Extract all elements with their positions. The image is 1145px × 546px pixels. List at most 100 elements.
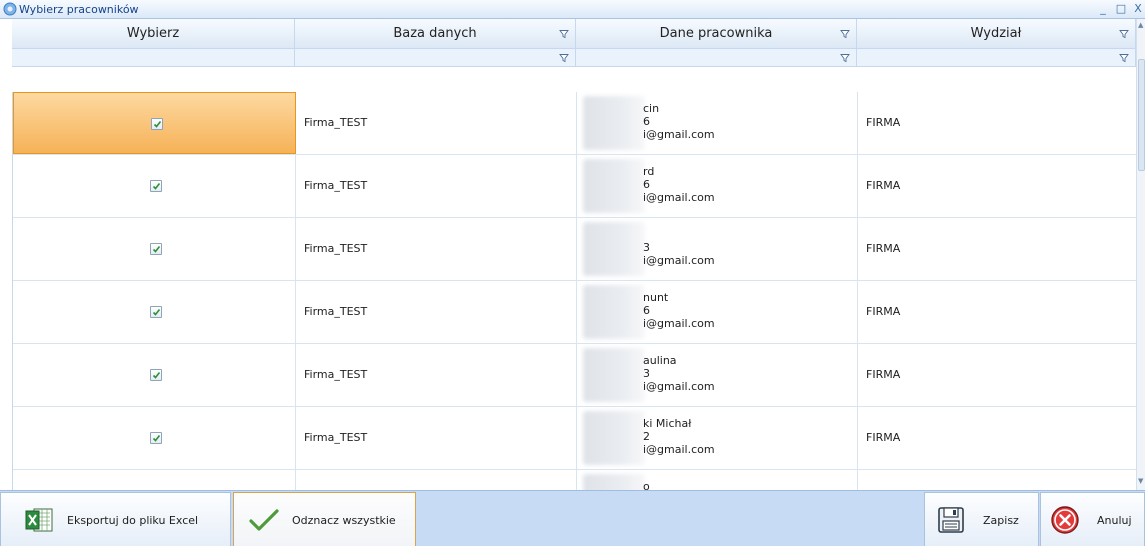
- filter-row-cell[interactable]: [576, 49, 856, 67]
- employee-email: i@gmail.com: [643, 317, 715, 330]
- database-name: Firma_TEST: [304, 305, 368, 318]
- column-header-wybierz[interactable]: Wybierz: [12, 19, 295, 67]
- window-titlebar: Wybierz pracowników _ □ X: [0, 0, 1145, 19]
- checkmark-icon: [249, 509, 279, 531]
- database-cell: Firma_TEST: [296, 92, 577, 154]
- excel-icon: [25, 508, 53, 532]
- department-name: FIRMA: [866, 116, 901, 129]
- filter-row-cell[interactable]: [857, 49, 1135, 67]
- employee-name: ki Michał: [643, 417, 692, 430]
- department-cell: FIRMA: [858, 344, 1136, 406]
- scrollbar-thumb[interactable]: [1138, 59, 1145, 171]
- app-icon: [3, 2, 17, 16]
- select-cell[interactable]: [13, 92, 296, 154]
- footer-toolbar: Eksportuj do pliku Excel Odznacz wszystk…: [0, 490, 1145, 546]
- row-checkbox[interactable]: [151, 118, 163, 130]
- filter-row-cell[interactable]: [12, 49, 294, 67]
- row-checkbox[interactable]: [150, 180, 162, 192]
- department-cell: FIRMA: [858, 92, 1136, 154]
- grid-header: Wybierz Baza danych Dane pracownika Wydz…: [12, 19, 1136, 67]
- table-row[interactable]: Firma_TEST 3 i@gmail.com FIRMA: [13, 218, 1136, 281]
- table-row[interactable]: Firma_TEST ki Michał 2 i@gmail.com FIRMA: [13, 407, 1136, 470]
- department-name: FIRMA: [866, 179, 901, 192]
- filter-icon[interactable]: [840, 53, 850, 63]
- employee-cell: rd 6 i@gmail.com: [577, 155, 858, 217]
- department-cell: FIRMA: [858, 218, 1136, 280]
- scroll-up-icon[interactable]: ▲: [1138, 21, 1143, 29]
- employee-email: i@gmail.com: [643, 443, 715, 456]
- row-checkbox[interactable]: [150, 243, 162, 255]
- filter-icon[interactable]: [840, 29, 850, 39]
- table-row[interactable]: Firma_TEST nunt 6 i@gmail.com FIRMA: [13, 281, 1136, 344]
- scroll-down-icon[interactable]: ▼: [1138, 477, 1143, 485]
- filter-icon[interactable]: [559, 53, 569, 63]
- employee-phone: 6: [643, 178, 650, 191]
- select-cell[interactable]: [13, 155, 296, 217]
- database-cell: Firma_TEST: [296, 155, 577, 217]
- minimize-button[interactable]: _: [1096, 2, 1110, 16]
- employee-cell: ki Michał 2 i@gmail.com: [577, 407, 858, 469]
- department-name: FIRMA: [866, 431, 901, 444]
- table-row[interactable]: Firma_TEST aulina 3 i@gmail.com FIRMA: [13, 344, 1136, 407]
- row-checkbox[interactable]: [150, 432, 162, 444]
- column-title: Baza danych: [295, 19, 575, 49]
- employee-cell: 3 i@gmail.com: [577, 218, 858, 280]
- cancel-icon: [1051, 506, 1079, 534]
- column-title: Wybierz: [12, 19, 294, 49]
- department-name: FIRMA: [866, 305, 901, 318]
- cancel-label: Anuluj: [1097, 514, 1132, 527]
- column-title: Dane pracownika: [576, 19, 856, 49]
- employee-cell: o: [577, 470, 858, 490]
- employee-grid: Firma_TEST cin 6 i@gmail.com FIRMA Firma…: [12, 92, 1136, 490]
- select-cell[interactable]: [13, 281, 296, 343]
- employee-phone: 2: [643, 430, 650, 443]
- row-checkbox[interactable]: [150, 306, 162, 318]
- database-name: Firma_TEST: [304, 431, 368, 444]
- table-row[interactable]: Firma_TEST cin 6 i@gmail.com FIRMA: [13, 92, 1136, 155]
- employee-phone: 3: [643, 367, 650, 380]
- department-name: FIRMA: [866, 242, 901, 255]
- save-icon: [938, 507, 964, 533]
- column-title: Wydział: [857, 19, 1135, 49]
- employee-name: rd: [643, 165, 655, 178]
- employee-name: cin: [643, 102, 660, 115]
- export-excel-button[interactable]: Eksportuj do pliku Excel: [0, 492, 231, 546]
- employee-phone: 6: [643, 304, 650, 317]
- department-cell: [858, 470, 1136, 490]
- filter-icon[interactable]: [1119, 29, 1129, 39]
- database-name: Firma_TEST: [304, 179, 368, 192]
- table-row[interactable]: Firma_TEST rd 6 i@gmail.com FIRMA: [13, 155, 1136, 218]
- uncheck-all-button[interactable]: Odznacz wszystkie: [233, 492, 416, 546]
- maximize-button[interactable]: □: [1114, 2, 1128, 16]
- column-header-dane-pracownika[interactable]: Dane pracownika: [576, 19, 857, 67]
- save-label: Zapisz: [983, 514, 1019, 527]
- employee-phone: 3: [643, 241, 650, 254]
- database-name: Firma_TEST: [304, 368, 368, 381]
- select-cell[interactable]: [13, 470, 296, 490]
- column-header-wydzial[interactable]: Wydział: [857, 19, 1136, 67]
- employee-cell: nunt 6 i@gmail.com: [577, 281, 858, 343]
- department-cell: FIRMA: [858, 155, 1136, 217]
- filter-row-cell[interactable]: [295, 49, 575, 67]
- employee-name: nunt: [643, 291, 669, 304]
- database-cell: Firma_TEST: [296, 281, 577, 343]
- vertical-scrollbar[interactable]: ▲ ▼: [1136, 19, 1145, 490]
- department-name: FIRMA: [866, 368, 901, 381]
- save-button[interactable]: Zapisz: [924, 492, 1039, 546]
- table-row[interactable]: o: [13, 470, 1136, 490]
- export-label: Eksportuj do pliku Excel: [67, 514, 199, 527]
- employee-name: o: [643, 480, 650, 490]
- department-cell: FIRMA: [858, 281, 1136, 343]
- column-header-baza-danych[interactable]: Baza danych: [295, 19, 576, 67]
- select-cell[interactable]: [13, 407, 296, 469]
- cancel-button[interactable]: Anuluj: [1040, 492, 1145, 546]
- select-cell[interactable]: [13, 344, 296, 406]
- select-cell[interactable]: [13, 218, 296, 280]
- filter-icon[interactable]: [1119, 53, 1129, 63]
- employee-cell: aulina 3 i@gmail.com: [577, 344, 858, 406]
- row-checkbox[interactable]: [150, 369, 162, 381]
- filter-icon[interactable]: [559, 29, 569, 39]
- close-button[interactable]: X: [1131, 2, 1145, 16]
- employee-email: i@gmail.com: [643, 380, 715, 393]
- database-cell: Firma_TEST: [296, 218, 577, 280]
